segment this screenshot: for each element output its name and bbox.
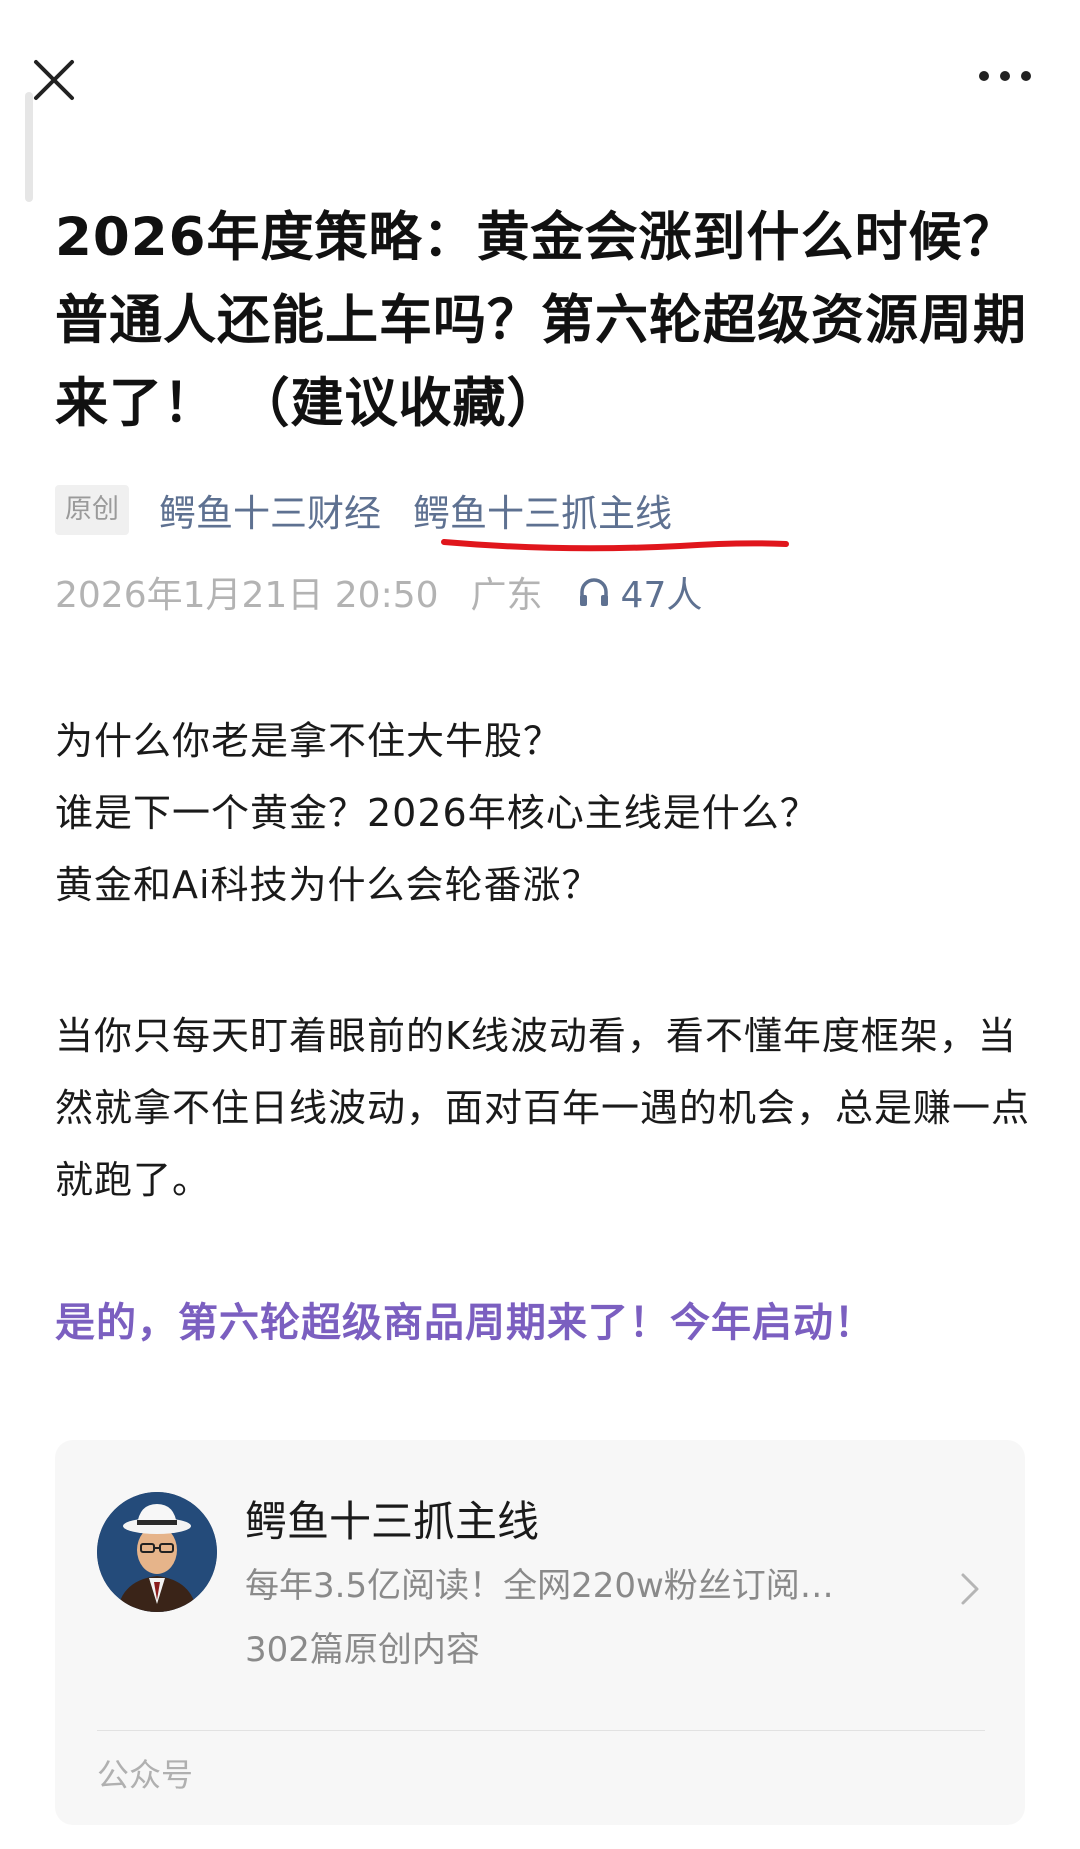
- chevron-right-icon: [961, 1573, 979, 1605]
- card-divider: [97, 1730, 985, 1731]
- publish-date: 2026年1月21日 20:50: [55, 575, 439, 616]
- account-link-primary[interactable]: 鳄鱼十三财经: [159, 483, 381, 537]
- article-paragraph: 当你只每天盯着眼前的K线波动看，看不懂年度框架，当然就拿不住日线波动，面对百年一…: [55, 1014, 1031, 1202]
- publish-location: 广东: [470, 575, 543, 616]
- listen-button[interactable]: 47人: [577, 566, 703, 618]
- account-profile-card[interactable]: 鳄鱼十三抓主线 每年3.5亿阅读！全网220w粉丝订阅… 302篇原创内容 公众…: [55, 1440, 1025, 1825]
- close-button[interactable]: [26, 52, 82, 108]
- article-meta-row: 原创 鳄鱼十三财经 鳄鱼十三抓主线: [55, 480, 704, 540]
- profile-article-count: 302篇原创内容: [245, 1630, 480, 1670]
- listener-count: 47人: [620, 575, 703, 616]
- original-tag: 原创: [55, 485, 129, 535]
- profile-type-label: 公众号: [97, 1756, 194, 1794]
- article-paragraph: 为什么你老是拿不住大牛股？ 谁是下一个黄金？2026年核心主线是什么？ 黄金和A…: [55, 719, 819, 907]
- highlight-text: 是的，第六轮超级商品周期来了！今年启动！: [55, 1300, 875, 1346]
- profile-description: 每年3.5亿阅读！全网220w粉丝订阅…: [245, 1566, 834, 1606]
- close-icon: [34, 60, 74, 100]
- article-info-row: 2026年1月21日 20:50 广东 47人: [55, 562, 702, 622]
- more-dots-icon: [979, 71, 1031, 81]
- headphones-icon: [579, 578, 608, 606]
- account-link-secondary[interactable]: 鳄鱼十三抓主线: [413, 483, 672, 537]
- profile-name: 鳄鱼十三抓主线: [245, 1497, 540, 1546]
- article-title: 2026年度策略：黄金会涨到什么时候？普通人还能上车吗？第六轮超级资源周期来了！…: [55, 207, 1027, 434]
- avatar: [97, 1492, 217, 1612]
- scroll-indicator[interactable]: [25, 92, 33, 202]
- top-bar: [0, 0, 1080, 160]
- red-underline-annotation: [441, 539, 789, 552]
- more-options-button[interactable]: [970, 56, 1040, 96]
